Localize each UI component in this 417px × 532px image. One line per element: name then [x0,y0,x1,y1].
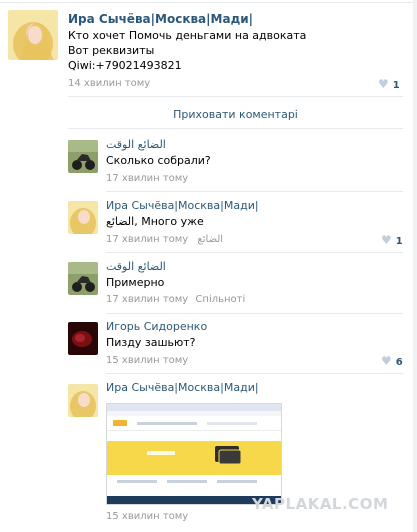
watermark-text: YAPLAKAL.COM [252,495,389,513]
comment-text-2: الضائع, Много уже [106,215,204,228]
comment-avatar-igor[interactable] [68,322,98,355]
post-text-line-3: Qiwi:+79021493821 [68,59,182,72]
comment-meta-3: 17 хвилин тому Спільноті [106,294,245,305]
comment-text-3: Примерно [106,276,165,289]
comment-reply-to-2[interactable]: الضائع [197,234,223,245]
heart-icon: ♥ [381,233,392,247]
comment-like-button-4[interactable]: ♥ 6 [381,354,403,368]
comment-like-count-2: 1 [395,236,403,247]
post-text-line-1: Кто хочет Помочь деньгами на адвоката [68,29,307,42]
comment-like-button-2[interactable]: ♥ 1 [381,233,403,247]
comment-avatar-ira[interactable] [68,201,98,234]
comment-avatar-motorcycle[interactable] [68,140,98,173]
comment-author-2[interactable]: Ира Сычёва|Москва|Мади| [106,199,259,212]
comment-time-4[interactable]: 15 хвилин тому [106,355,188,366]
comment-avatar-ira[interactable] [68,384,98,417]
comment-text-4: Пизду зашьют? [106,336,196,349]
comment-meta-2: 17 хвилин тому الضائع [106,234,223,245]
comment-author-4[interactable]: Игорь Сидоренко [106,320,207,333]
post-time[interactable]: 14 хвилин тому [68,78,150,89]
comment-time-1[interactable]: 17 хвилин тому [106,173,188,184]
post-author-avatar[interactable] [8,10,58,60]
comment-like-count-4: 6 [395,357,403,368]
heart-icon: ♥ [381,354,392,368]
post-author-name[interactable]: Ира Сычёва|Москва|Мади| [68,12,253,26]
comment-time-5[interactable]: 15 хвилин тому [106,511,188,522]
post-like-count: 1 [392,80,400,91]
comment-author-3[interactable]: الضائع الوقت [106,260,166,273]
comment-text-1: Сколько собрали? [106,154,211,167]
comment-reply-to-3[interactable]: Спільноті [195,294,245,305]
comment-avatar-motorcycle[interactable] [68,262,98,295]
comment-author-5[interactable]: Ира Сычёва|Москва|Мади| [106,381,259,394]
post-like-button[interactable]: ♥ 1 [378,77,400,91]
comment-time-3[interactable]: 17 хвилин тому [106,294,188,305]
heart-icon: ♥ [378,77,389,91]
comment-author-1[interactable]: الضائع الوقت [106,138,166,151]
page-scrollbar[interactable] [413,0,417,532]
post-text-line-2: Вот реквизиты [68,44,155,57]
comment-time-2[interactable]: 17 хвилин тому [106,234,188,245]
comment-attached-image[interactable] [106,403,282,505]
hide-comments-link[interactable]: Приховати коментарі [68,108,403,121]
